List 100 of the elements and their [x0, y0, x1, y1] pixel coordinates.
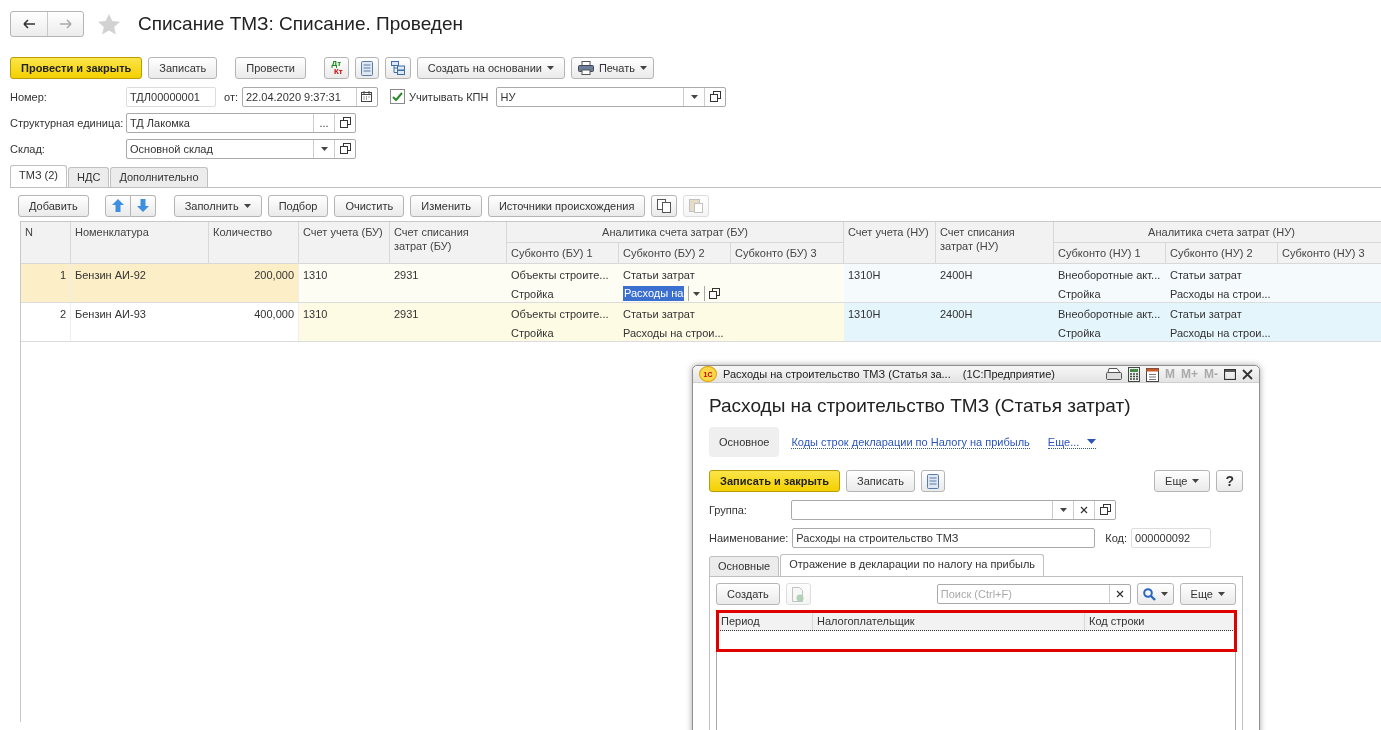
name-field[interactable]: Расходы на строительство ТМЗ [792, 527, 1096, 548]
calendar-icon[interactable] [1146, 366, 1159, 382]
column-header[interactable]: Код строки [1085, 612, 1235, 630]
list-button[interactable] [354, 57, 379, 79]
move-up-button[interactable] [104, 194, 131, 217]
tab[interactable]: Дополнительно [110, 167, 208, 187]
column-header[interactable]: Номенклатура [71, 222, 209, 264]
toolbar-button[interactable]: Подбор [267, 194, 329, 217]
more-button[interactable]: Еще [1154, 470, 1211, 492]
help-button[interactable]: ? [1216, 470, 1243, 492]
column-header[interactable]: Субконто (БУ) 2 [619, 243, 731, 264]
dt-kt-button[interactable]: Дт Кт [324, 57, 349, 79]
open-icon [339, 117, 351, 128]
field-label: Структурная единица: [10, 116, 125, 129]
open-icon [339, 143, 351, 154]
cell-text: Стройка [511, 326, 555, 341]
tab[interactable]: НДС [68, 167, 110, 187]
maximize-icon[interactable] [1224, 368, 1236, 380]
column-header[interactable]: Количество [209, 222, 299, 264]
check-icon [392, 91, 403, 102]
calendar-icon [361, 91, 373, 102]
list-button[interactable] [921, 470, 946, 492]
cell-text: Стройка [511, 287, 555, 302]
column-header[interactable]: Счет учета (НУ) [844, 222, 936, 264]
column-header[interactable]: Счет учета (БУ) [299, 222, 390, 264]
calculator-icon[interactable] [1128, 366, 1140, 382]
section-link[interactable]: Коды строк декларации по Налогу на прибыль [791, 435, 1030, 449]
column-header[interactable]: Субконто (БУ) 3 [731, 243, 844, 264]
caret-icon [243, 203, 251, 208]
copy-button[interactable] [651, 194, 678, 217]
table-cell: Бензин АИ-92 [71, 264, 209, 302]
column-header[interactable]: Счет списания затрат (НУ) [936, 222, 1054, 264]
search-icon [1142, 587, 1156, 601]
table-row[interactable]: 2 Бензин АИ-93 400,000 1310 2931 Объекты строите... Стройка Статьи затрат Расходы на строи... 1310Н 2400Н Внеоборотные акт... Стройка Статьи затрат Расходы на строи... [21, 303, 1381, 342]
mode-field[interactable]: НУ [496, 86, 727, 107]
table-cell: 1310 [299, 303, 390, 341]
table-cell: 1310Н [844, 303, 936, 341]
unit-field[interactable]: ТД Лакомка ... [126, 112, 356, 133]
post-button[interactable]: Провести [235, 57, 306, 79]
arrow-down-icon [136, 199, 149, 212]
column-header[interactable]: Налогоплательщик [813, 612, 1085, 630]
create-button[interactable]: Создать [716, 583, 780, 605]
close-icon[interactable] [1242, 368, 1253, 380]
column-header[interactable]: Счет списания затрат (БУ) [390, 222, 507, 264]
column-header[interactable]: Субконто (БУ) 1 [507, 243, 619, 264]
column-header[interactable]: Субконто (НУ) 1 [1054, 243, 1166, 264]
star-icon[interactable] [98, 13, 120, 35]
cell-text: Стройка [1058, 326, 1102, 341]
caret-icon [1192, 479, 1200, 483]
print-button[interactable]: Печать [570, 57, 654, 79]
caret-icon [1087, 439, 1097, 444]
save-close-button[interactable]: Записать и закрыть [709, 470, 841, 492]
more-button[interactable]: Еще [1179, 583, 1236, 605]
field-label: Наименование: [709, 531, 789, 544]
search-button[interactable] [1136, 583, 1174, 605]
fill-button[interactable]: Заполнить [173, 194, 262, 217]
column-header[interactable]: N [21, 222, 71, 264]
save-button[interactable]: Записать [148, 57, 218, 79]
choose-button[interactable]: ... [313, 113, 334, 132]
column-header[interactable]: Субконто (НУ) 2 [1166, 243, 1278, 264]
clear-icon [1115, 590, 1124, 598]
table-row[interactable]: 1 Бензин АИ-92 200,000 1310 2931 Объекты строите... Стройка Статьи затрат Расходы на 1310Н 2400Н Внеоборотные акт... Стройка Статьи затрат Расходы на строи... [21, 264, 1381, 303]
checkbox[interactable] [390, 89, 405, 104]
column-header[interactable]: Субконто (НУ) 3 [1278, 243, 1381, 264]
caret-icon [639, 66, 647, 70]
structure-button[interactable] [384, 57, 411, 79]
scanner-icon[interactable] [1106, 367, 1122, 381]
post-close-button[interactable]: Провести и закрыть [10, 57, 143, 79]
clear-icon [1080, 505, 1088, 514]
column-header[interactable]: Период [717, 612, 813, 630]
date-field[interactable]: 22.04.2020 9:37:31 [242, 86, 378, 107]
tab[interactable]: Отражение в декларации по налогу на прибыль [780, 554, 1045, 576]
create-based-button[interactable]: Создать на основании [416, 57, 565, 79]
section-tab[interactable]: Основное [709, 427, 780, 457]
cell-text: Расходы на строи... [623, 326, 725, 341]
caret-icon [1160, 592, 1168, 596]
dialog-heading: Расходы на строительство ТМЗ (Статья затрат) [709, 395, 1132, 417]
number-field[interactable]: ТДЛ00000001 [126, 86, 216, 107]
toolbar-button[interactable]: Изменить [410, 194, 482, 217]
add-button[interactable]: Добавить [18, 194, 89, 217]
move-down-button[interactable] [130, 194, 156, 217]
cell-text: Статьи затрат [623, 307, 696, 322]
group-field[interactable] [791, 499, 1116, 520]
tab[interactable]: ТМЗ (2) [10, 165, 68, 187]
tab[interactable]: Основные [709, 556, 780, 576]
save-button[interactable]: Записать [846, 470, 916, 492]
cell-text: Расходы на строи... [1170, 326, 1272, 341]
warehouse-field[interactable]: Основной склад [126, 138, 356, 159]
open-icon [1099, 504, 1111, 515]
toolbar-button[interactable]: Источники происхождения [487, 194, 646, 217]
more-link[interactable]: Еще... [1047, 435, 1097, 449]
toolbar-button[interactable]: Очистить [334, 194, 405, 217]
cell-text: Внеоборотные акт... [1058, 307, 1161, 322]
copy-icon [657, 198, 672, 213]
arrow-left-icon [22, 19, 36, 29]
code-field[interactable]: 000000092 [1131, 527, 1212, 548]
field-label: Склад: [10, 142, 46, 155]
column-group-header: Аналитика счета затрат (НУ) [1054, 222, 1381, 243]
cell-text: Стройка [1058, 287, 1102, 302]
caret-icon [546, 66, 554, 70]
